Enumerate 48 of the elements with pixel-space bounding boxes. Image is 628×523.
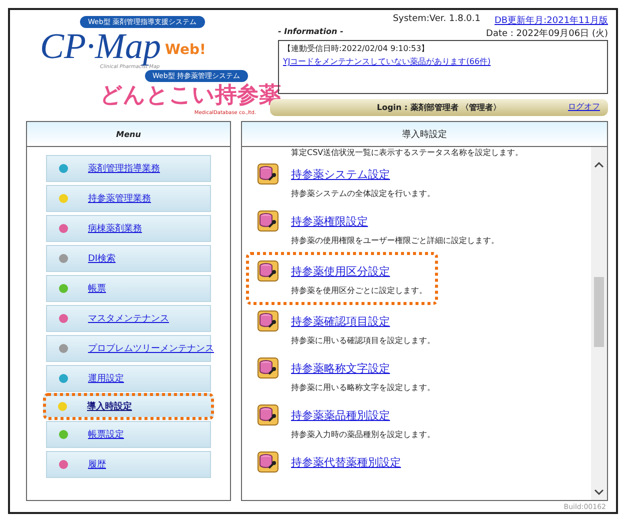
content-title: 導入時設定 — [402, 128, 447, 140]
menu-item[interactable]: 導入時設定 — [43, 393, 214, 420]
menu-item[interactable]: 運用設定 — [46, 365, 211, 392]
menu-item[interactable]: 履歴 — [46, 451, 211, 478]
menu-item[interactable]: DI検索 — [46, 245, 211, 272]
logout-link[interactable]: ログオフ — [568, 101, 600, 112]
scrollbar[interactable] — [591, 147, 607, 500]
setting-link[interactable]: 持参薬略称文字設定 — [291, 360, 390, 376]
db-update-link[interactable]: DB更新年月:2021年11月版 — [494, 14, 608, 27]
menu-item[interactable]: 帳票設定 — [46, 421, 211, 448]
date-text: Date : 2022年09月06日 (火) — [486, 28, 608, 40]
setting-link[interactable]: 持参薬代替薬種別設定 — [291, 454, 401, 470]
logo-brand-suffix: Web! — [165, 42, 206, 58]
database-key-icon — [257, 357, 279, 379]
menu-item[interactable]: 帳票 — [46, 275, 211, 302]
database-key-icon — [257, 310, 279, 332]
received-time: 【連動受信日時:2022/02/04 9:10:53】 — [283, 43, 430, 54]
scrollbar-thumb[interactable] — [594, 277, 604, 347]
setting-description: 持参薬に用いる確認項目を設定します。 — [291, 335, 435, 346]
menu-item[interactable]: マスタメンテナンス — [46, 305, 211, 332]
database-key-icon — [257, 210, 279, 232]
setting-link[interactable]: 持参薬権限設定 — [291, 214, 368, 228]
setting-link[interactable]: 持参薬確認項目設定 — [291, 314, 390, 328]
database-key-icon — [257, 451, 279, 473]
login-text: Login : 薬剤部管理者 〈管理者〉 — [376, 102, 502, 114]
setting-description: 持参薬入力時の薬品種別を設定します。 — [291, 429, 435, 440]
menu-item[interactable]: 病棟薬剤業務 — [46, 215, 211, 242]
system-version: System:Ver. 1.8.0.1 — [392, 14, 480, 26]
database-key-icon — [257, 260, 279, 282]
database-key-icon — [257, 404, 279, 426]
setting-description: 持参薬に用いる略称文字を設定します。 — [291, 382, 435, 393]
scroll-down-icon[interactable] — [594, 488, 604, 496]
information-label: - Information - — [278, 27, 344, 38]
logo-brand: CP·Map — [40, 28, 161, 64]
menu-item[interactable]: 薬剤管理指導業務 — [46, 155, 211, 182]
menu-item[interactable]: プロブレムツリーメンテナンス — [46, 335, 211, 362]
scroll-up-icon[interactable] — [594, 161, 604, 169]
setting-link[interactable]: 持参薬システム設定 — [291, 166, 390, 182]
notice-link[interactable]: YJコードをメンテナンスしていない薬品があります(66件) — [283, 56, 491, 67]
setting-description: 持参薬の使用権限をユーザー権限ごと詳細に設定します。 — [291, 235, 499, 246]
database-key-icon — [257, 163, 279, 185]
setting-description: 持参薬を使用区分ごとに設定します。 — [291, 285, 427, 296]
setting-link[interactable]: 持参薬薬品種別設定 — [291, 408, 390, 422]
menu-title: Menu — [116, 130, 141, 138]
setting-description: 持参薬システムの全体設定を行います。 — [291, 188, 435, 199]
setting-description: 算定CSV送信状況一覧に表示するステータス名称を設定します。 — [291, 147, 524, 158]
menu-item[interactable]: 持参薬管理業務 — [46, 185, 211, 212]
setting-link[interactable]: 持参薬使用区分設定 — [291, 264, 390, 278]
